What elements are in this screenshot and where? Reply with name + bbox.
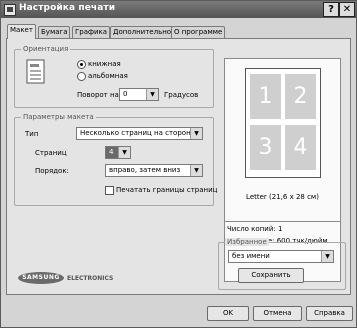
layout-panel: Ориентация книжная альбомная Поворот на … bbox=[6, 38, 351, 295]
preview-page-cell: 3 bbox=[250, 125, 281, 170]
favorites-select[interactable]: без имени ▼ bbox=[228, 250, 334, 263]
rotate-unit-label: Градусов bbox=[164, 91, 199, 99]
favorites-group: Избранное без имени ▼ Сохранить bbox=[218, 238, 346, 290]
print-settings-dialog: Настройка печати ? ✕ Макет Бумага График… bbox=[0, 0, 357, 328]
chevron-down-icon: ▼ bbox=[118, 147, 130, 158]
chevron-down-icon: ▼ bbox=[190, 165, 202, 176]
chevron-down-icon: ▼ bbox=[321, 251, 333, 262]
printer-icon bbox=[4, 4, 16, 16]
type-select[interactable]: Несколько страниц на стороне ▼ bbox=[76, 127, 203, 140]
title-bar: Настройка печати ? ✕ bbox=[1, 1, 356, 18]
tab-about[interactable]: О программе bbox=[171, 26, 226, 38]
type-value: Несколько страниц на стороне bbox=[80, 129, 195, 137]
order-value: вправо, затем вниз bbox=[109, 166, 181, 174]
order-select[interactable]: вправо, затем вниз ▼ bbox=[105, 164, 203, 177]
chevron-down-icon: ▼ bbox=[146, 89, 158, 100]
favorites-value: без имени bbox=[232, 252, 270, 260]
copies-label: Число копий: 1 bbox=[227, 225, 283, 233]
preview-page-cell: 2 bbox=[285, 74, 316, 119]
orientation-group-title: Ориентация bbox=[21, 45, 71, 53]
electronics-label: ELECTRONICS bbox=[67, 275, 114, 282]
landscape-radio[interactable] bbox=[77, 72, 86, 81]
samsung-logo: SAMSUNG bbox=[18, 272, 64, 284]
pages-select[interactable]: 4 ▼ bbox=[105, 146, 131, 159]
preview-divider bbox=[225, 221, 340, 222]
portrait-label: книжная bbox=[88, 60, 121, 68]
paper-size-label: Letter (21,6 x 28 см) bbox=[246, 193, 319, 201]
orientation-group: Ориентация книжная альбомная Поворот на … bbox=[14, 45, 214, 108]
help-button[interactable]: Справка bbox=[306, 306, 353, 321]
tab-advanced[interactable]: Дополнительно bbox=[110, 26, 175, 38]
order-label: Порядок: bbox=[35, 167, 69, 175]
preview-page-cell: 4 bbox=[285, 125, 316, 170]
tab-layout[interactable]: Макет bbox=[7, 24, 36, 39]
print-borders-label: Печатать границы страниц bbox=[116, 186, 218, 194]
rotate-value: 0 bbox=[123, 90, 128, 98]
chevron-down-icon: ▼ bbox=[190, 128, 202, 139]
type-label: Тип bbox=[25, 130, 39, 138]
save-favorite-button[interactable]: Сохранить bbox=[238, 268, 304, 283]
preview-page: 1 2 3 4 bbox=[245, 68, 321, 178]
tab-graphics[interactable]: Графика bbox=[72, 26, 111, 38]
help-title-button[interactable]: ? bbox=[323, 2, 339, 17]
window-title: Настройка печати bbox=[19, 3, 116, 13]
close-title-button[interactable]: ✕ bbox=[339, 2, 355, 17]
landscape-label: альбомная bbox=[88, 72, 128, 80]
document-portrait-icon bbox=[26, 59, 45, 84]
favorites-group-title: Избранное bbox=[225, 238, 269, 246]
layout-params-group-title: Параметры макета bbox=[21, 113, 96, 121]
rotate-select[interactable]: 0 ▼ bbox=[119, 88, 159, 101]
tab-paper[interactable]: Бумага bbox=[38, 26, 71, 38]
ok-button[interactable]: OK bbox=[207, 306, 249, 321]
portrait-radio[interactable] bbox=[77, 60, 86, 69]
cancel-button[interactable]: Отмена bbox=[253, 306, 302, 321]
layout-params-group: Параметры макета Тип Несколько страниц н… bbox=[14, 113, 218, 206]
preview-page-cell: 1 bbox=[250, 74, 281, 119]
pages-label: Страниц bbox=[35, 149, 67, 157]
print-borders-checkbox[interactable] bbox=[105, 186, 114, 195]
pages-value: 4 bbox=[109, 148, 114, 156]
rotate-label: Поворот на bbox=[77, 91, 119, 99]
